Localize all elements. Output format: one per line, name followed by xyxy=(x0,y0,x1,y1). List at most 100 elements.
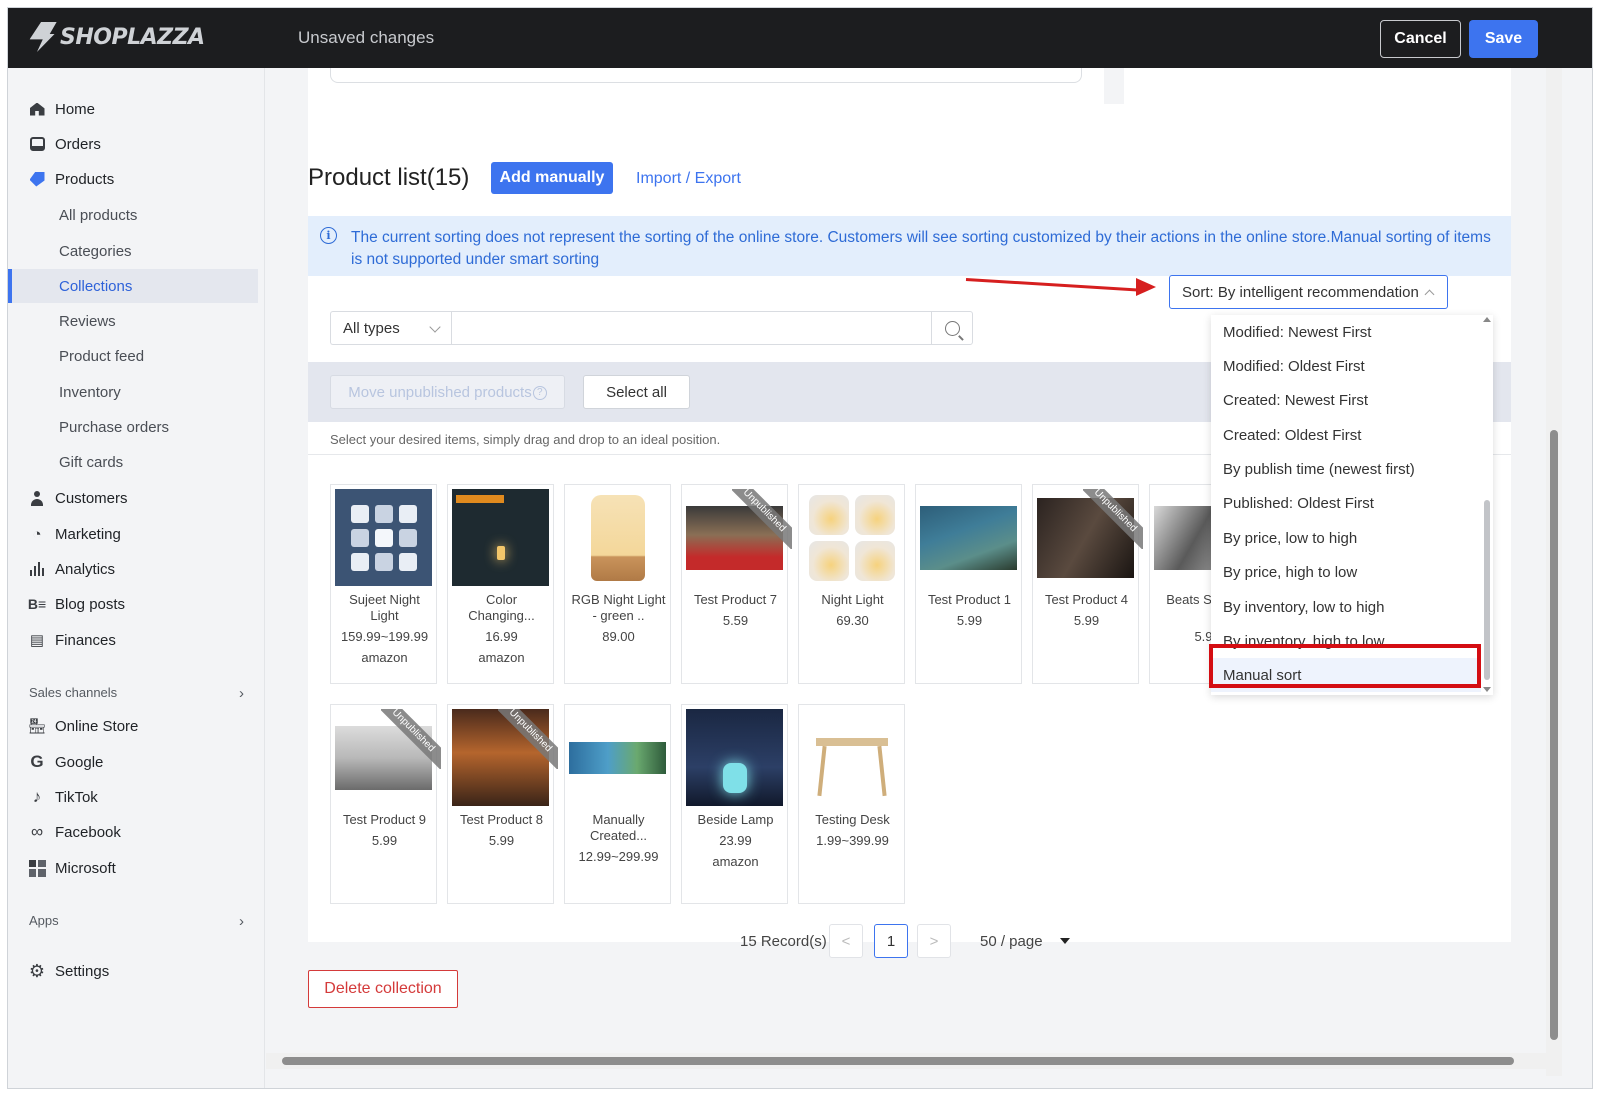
save-button[interactable]: Save xyxy=(1469,20,1538,58)
sort-option[interactable]: Modified: Oldest First xyxy=(1211,349,1481,383)
product-card[interactable]: Unpublished Test Product 7 5.59 xyxy=(681,484,792,684)
search-input[interactable] xyxy=(451,311,932,345)
product-card[interactable]: Unpublished Test Product 8 5.99 xyxy=(447,704,558,904)
add-manually-button[interactable]: Add manually xyxy=(491,162,613,194)
sales-channels-header[interactable]: Sales channels › xyxy=(29,685,244,702)
product-card[interactable]: Manually Created... 12.99~299.99 xyxy=(564,704,671,904)
import-export-link[interactable]: Import / Export xyxy=(636,170,741,188)
page-1-button[interactable]: 1 xyxy=(874,924,908,958)
sort-option[interactable]: By inventory, high to low xyxy=(1211,624,1481,658)
product-name: RGB Night Light - green .. xyxy=(571,592,666,623)
product-card[interactable]: Unpublished Test Product 9 5.99 xyxy=(330,704,441,904)
sidebar-item-home[interactable]: Home xyxy=(8,92,258,126)
vertical-scroll-thumb[interactable] xyxy=(1550,430,1558,1040)
product-name: Test Product 7 xyxy=(693,592,778,607)
collection-side-card xyxy=(1124,68,1511,104)
sort-option-manual[interactable]: Manual sort xyxy=(1211,658,1481,692)
sidebar-item-inventory[interactable]: Inventory xyxy=(8,375,258,409)
product-card[interactable]: Night Light 69.30 xyxy=(798,484,905,684)
product-name: Test Product 4 xyxy=(1044,592,1129,607)
sidebar-item-orders[interactable]: Orders xyxy=(8,127,258,161)
sidebar-item-purchase-orders[interactable]: Purchase orders xyxy=(8,410,258,444)
product-card[interactable]: Unpublished Test Product 4 5.99 xyxy=(1032,484,1143,684)
page-size-select[interactable]: 50 / page xyxy=(980,933,1043,950)
sort-option[interactable]: Created: Newest First xyxy=(1211,383,1481,417)
cancel-button[interactable]: Cancel xyxy=(1380,20,1461,58)
sidebar-item-reviews[interactable]: Reviews xyxy=(8,304,258,338)
product-price: 89.00 xyxy=(602,629,635,644)
sidebar-item-categories[interactable]: Categories xyxy=(8,234,258,268)
product-vendor: amazon xyxy=(712,854,759,869)
sidebar-item-finances[interactable]: ▤ Finances xyxy=(8,623,258,657)
sidebar-item-product-feed[interactable]: Product feed xyxy=(8,339,258,373)
product-image xyxy=(686,709,783,806)
horizontal-scrollbar[interactable] xyxy=(266,1053,1546,1069)
sort-option[interactable]: By inventory, low to high xyxy=(1211,590,1481,624)
product-card[interactable]: Test Product 1 5.99 xyxy=(915,484,1022,684)
sidebar-item-all-products[interactable]: All products xyxy=(8,198,258,232)
product-name: Test Product 1 xyxy=(927,592,1012,607)
product-card[interactable]: Testing Desk 1.99~399.99 xyxy=(798,704,905,904)
product-name: Color Changing... xyxy=(468,592,535,623)
sidebar-item-microsoft[interactable]: Microsoft xyxy=(8,851,258,885)
product-name: Sujeet Night Light xyxy=(349,592,420,623)
help-icon: ? xyxy=(532,385,547,400)
brand-logo[interactable]: SHOPLAZZA xyxy=(30,22,205,52)
sort-option[interactable]: By price, high to low xyxy=(1211,555,1481,589)
sort-option[interactable]: By price, low to high xyxy=(1211,521,1481,555)
dropdown-scrollbar[interactable] xyxy=(1481,315,1493,695)
sidebar-item-tiktok[interactable]: ♪ TikTok xyxy=(8,780,258,814)
product-price: 1.99~399.99 xyxy=(816,833,889,848)
scroll-down-icon[interactable] xyxy=(1483,687,1491,692)
blog-icon: B≡ xyxy=(27,596,47,612)
dropdown-scroll-thumb[interactable] xyxy=(1484,500,1490,680)
chevron-down-icon xyxy=(429,321,441,333)
caret-down-icon[interactable] xyxy=(1060,938,1070,944)
type-filter-select[interactable]: All types xyxy=(330,311,451,345)
marketing-icon: ◔ xyxy=(32,525,42,543)
product-card[interactable]: Sujeet Night Light 159.99~199.99 amazon xyxy=(330,484,437,684)
sidebar-item-customers[interactable]: Customers xyxy=(8,481,258,515)
apps-header[interactable]: Apps › xyxy=(29,913,244,930)
sort-option[interactable]: By publish time (newest first) xyxy=(1211,452,1481,486)
sidebar-item-marketing[interactable]: ◔ Marketing xyxy=(8,517,258,551)
sort-select[interactable]: Sort: By intelligent recommendation xyxy=(1169,275,1448,309)
move-unpublished-button[interactable]: Move unpublished products? xyxy=(330,375,565,409)
product-vendor: amazon xyxy=(478,650,525,665)
unpublished-ribbon: Unpublished xyxy=(498,709,558,769)
sidebar-item-facebook[interactable]: ∞ Facebook xyxy=(8,815,258,849)
unpublished-ribbon: Unpublished xyxy=(732,489,792,549)
prev-page-button[interactable]: < xyxy=(829,924,863,958)
product-vendor: amazon xyxy=(361,650,408,665)
horizontal-scroll-thumb[interactable] xyxy=(282,1057,1514,1065)
product-card[interactable]: Color Changing... 16.99 amazon xyxy=(447,484,554,684)
product-card[interactable]: RGB Night Light - green .. 89.00 xyxy=(564,484,671,684)
sidebar-item-settings[interactable]: ⚙ Settings xyxy=(8,954,258,988)
sort-option[interactable]: Created: Oldest First xyxy=(1211,418,1481,452)
orders-icon xyxy=(28,135,46,153)
sidebar-item-online-store[interactable]: 🏪︎ Online Store xyxy=(8,709,258,743)
sidebar-item-analytics[interactable]: Analytics xyxy=(8,552,258,586)
vertical-scrollbar[interactable] xyxy=(1546,68,1562,1076)
sidebar-item-products[interactable]: Products xyxy=(8,162,258,196)
sidebar-item-label: Home xyxy=(55,100,96,118)
sidebar-item-collections[interactable]: Collections xyxy=(8,269,258,303)
product-card[interactable]: Beside Lamp 23.99 amazon xyxy=(681,704,788,904)
sidebar-item-blog-posts[interactable]: B≡ Blog posts xyxy=(8,587,258,621)
finances-icon: ▤ xyxy=(29,632,45,649)
product-name: Night Light xyxy=(821,592,884,607)
shoplazza-logo-icon xyxy=(27,22,56,52)
sidebar-item-google[interactable]: G Google xyxy=(8,745,258,779)
collection-info-card xyxy=(308,68,1104,104)
sort-option[interactable]: Modified: Newest First xyxy=(1211,315,1481,349)
select-all-button[interactable]: Select all xyxy=(583,375,690,409)
scroll-up-icon[interactable] xyxy=(1483,317,1491,322)
product-image xyxy=(803,489,900,586)
product-image xyxy=(569,709,666,806)
next-page-button[interactable]: > xyxy=(917,924,951,958)
search-button[interactable] xyxy=(931,311,973,345)
delete-collection-button[interactable]: Delete collection xyxy=(308,970,458,1008)
sort-option[interactable]: Published: Oldest First xyxy=(1211,486,1481,520)
tiktok-icon: ♪ xyxy=(32,787,42,806)
sidebar-item-gift-cards[interactable]: Gift cards xyxy=(8,445,258,479)
